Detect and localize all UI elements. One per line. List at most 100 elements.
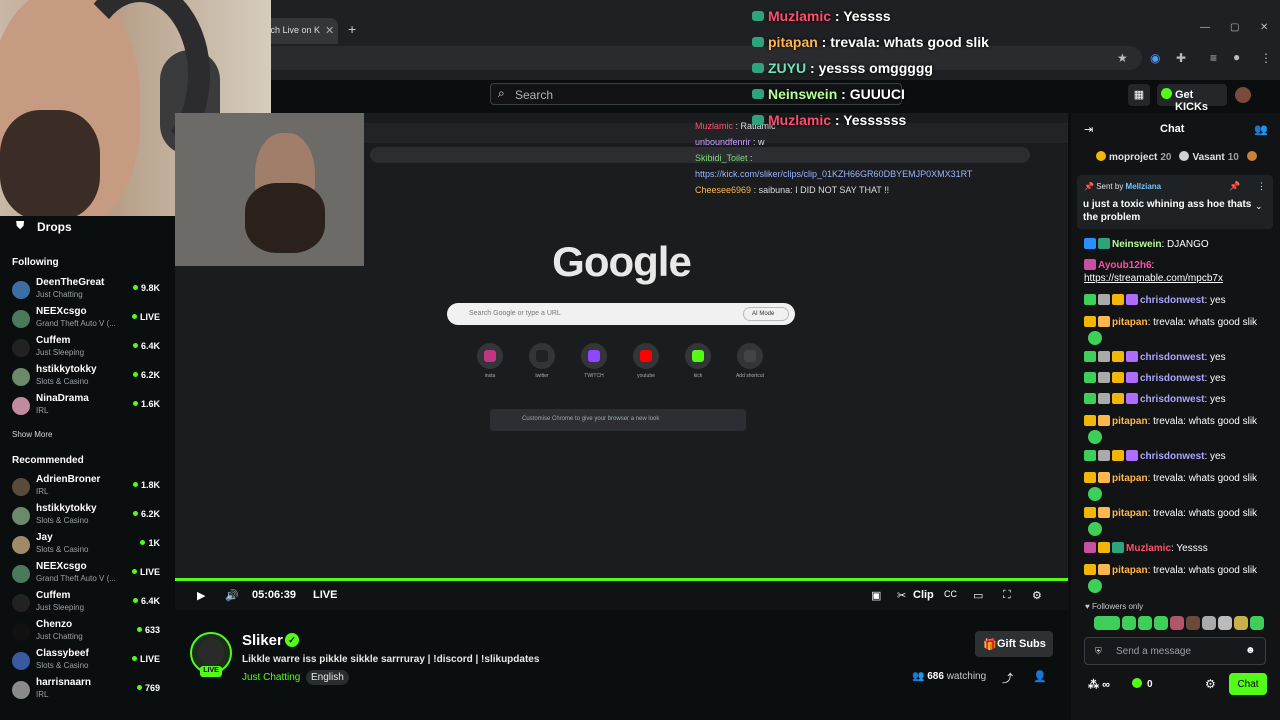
sidebar-channel[interactable]: hstikkytokky Slots & Casino 6.2K <box>12 503 162 531</box>
emote-icon[interactable] <box>1154 616 1168 630</box>
chat-text: : trevala: whats good slik <box>1147 317 1258 328</box>
overlay-chat-user[interactable]: Muzlamic <box>768 112 831 128</box>
chat-username[interactable]: pitapan <box>1112 473 1148 484</box>
language-tag[interactable]: English <box>306 670 349 685</box>
chat-username[interactable]: Muzlamic <box>1126 543 1171 554</box>
pin-icon[interactable]: 📌 <box>1229 181 1240 192</box>
chat-username[interactable]: chrisdonwest <box>1140 295 1204 306</box>
pip-icon[interactable]: ▣ <box>871 589 881 602</box>
minimize-icon[interactable]: — <box>1200 22 1210 33</box>
emote-icon[interactable] <box>1234 616 1248 630</box>
pinned-more-icon[interactable]: ⋮ <box>1257 181 1266 192</box>
chevron-down-icon[interactable]: ⌄ <box>1255 201 1263 212</box>
emote-icon[interactable] <box>1122 616 1136 630</box>
profile-icon[interactable]: ● <box>1233 50 1240 64</box>
chat-username[interactable]: Ayoub12h6 <box>1098 260 1152 271</box>
follow-icon[interactable]: 👤 <box>1033 670 1047 683</box>
user-badge-icon <box>1084 294 1096 305</box>
sidebar-channel[interactable]: AdrienBroner IRL 1.8K <box>12 474 162 502</box>
close-window-icon[interactable]: ✕ <box>1260 22 1268 33</box>
user-badge-icon <box>1126 351 1138 362</box>
user-badge-icon <box>1126 450 1138 461</box>
chat-users-icon[interactable]: 👥 <box>1254 123 1268 136</box>
settings-icon[interactable]: ⚙ <box>1032 589 1042 602</box>
maximize-icon[interactable]: ▢ <box>1230 22 1239 33</box>
chat-username[interactable]: chrisdonwest <box>1140 394 1204 405</box>
chat-username[interactable]: pitapan <box>1112 508 1148 519</box>
chat-username[interactable]: pitapan <box>1112 416 1148 427</box>
puzzle-icon[interactable]: ✚ <box>1176 51 1186 65</box>
sidebar-channel[interactable]: DeenTheGreat Just Chatting 9.8K <box>12 277 162 305</box>
volume-icon[interactable]: 🔊 <box>225 589 239 602</box>
viewer-count-text: LIVE <box>139 654 160 664</box>
overlay-chat-user[interactable]: pitapan <box>768 34 818 50</box>
sidebar-drops[interactable]: Drops <box>37 220 72 234</box>
emote-icon[interactable] <box>1186 616 1200 630</box>
send-chat-button[interactable]: Chat <box>1229 673 1267 695</box>
chat-username[interactable]: chrisdonwest <box>1140 373 1204 384</box>
share-icon[interactable]: ⤴ <box>1002 670 1013 686</box>
chat-username[interactable]: Neinswein <box>1112 239 1161 250</box>
chat-text: : yes <box>1204 295 1226 306</box>
address-bar[interactable] <box>262 46 1142 70</box>
chat-message: pitapan: trevala: whats good slik <box>1084 564 1264 576</box>
chat-username[interactable]: chrisdonwest <box>1140 451 1204 462</box>
play-icon[interactable]: ▶ <box>197 589 205 602</box>
overlay-chat-user[interactable]: Neinswein <box>768 86 837 102</box>
layout-button[interactable]: ▦ <box>1128 84 1150 106</box>
overlay-chat-user[interactable]: Muzlamic <box>768 8 831 24</box>
emote-icon[interactable] <box>1218 616 1232 630</box>
channel-avatar <box>12 339 30 357</box>
chat-username[interactable]: chrisdonwest <box>1140 352 1204 363</box>
emote-icon[interactable] <box>1202 616 1216 630</box>
channel-category: Just Sleeping <box>36 603 85 612</box>
channel-points[interactable]: 0 <box>1132 678 1153 690</box>
sidebar-channel[interactable]: Classybeef Slots & Casino LIVE <box>12 648 162 676</box>
streamer-name[interactable]: Sliker <box>242 632 283 649</box>
emote-icon[interactable] <box>1250 616 1264 630</box>
chat-settings-icon[interactable]: ⚙ <box>1205 677 1216 691</box>
chat-text: : trevala: whats good slik <box>1147 508 1258 519</box>
emote-icon[interactable] <box>1094 616 1120 630</box>
sidebar-channel[interactable]: NinaDrama IRL 1.6K <box>12 393 162 421</box>
theater-icon[interactable]: ▭ <box>973 589 983 602</box>
shortcut-label: kick <box>693 373 703 379</box>
stream-category[interactable]: Just Chatting <box>242 672 300 683</box>
tab-close-icon[interactable]: ✕ <box>325 24 334 37</box>
emoji-icon[interactable]: ☻ <box>1245 645 1256 656</box>
emote-icon[interactable] <box>1170 616 1184 630</box>
fullscreen-icon[interactable]: ⛶ <box>1003 589 1011 602</box>
pinned-username[interactable]: Mellziana <box>1126 182 1162 191</box>
sidebar-channel[interactable]: hstikkytokky Slots & Casino 6.2K <box>12 364 162 392</box>
shortcut-label: TWITCH <box>584 373 604 379</box>
new-tab-icon[interactable]: + <box>348 21 356 37</box>
chat-username[interactable]: pitapan <box>1112 565 1148 576</box>
overlay-chat-user[interactable]: ZUYU <box>768 60 806 76</box>
sidebar-channel[interactable]: Cuffem Just Sleeping 6.4K <box>12 590 162 618</box>
captions-icon[interactable]: CC <box>944 589 957 599</box>
user-avatar[interactable] <box>1235 87 1251 103</box>
sidebar-channel[interactable]: NEEXcsgo Grand Theft Auto V (... LIVE <box>12 306 162 334</box>
bookmark-star-icon[interactable]: ★ <box>1117 51 1128 65</box>
user-badge-icon <box>1112 393 1124 404</box>
media-icon[interactable]: ≡ <box>1210 51 1217 65</box>
clip-button[interactable]: Clip <box>913 589 934 601</box>
extension-icon[interactable]: ◉ <box>1150 51 1160 65</box>
sidebar-channel[interactable]: NEEXcsgo Grand Theft Auto V (... LIVE <box>12 561 162 589</box>
collapse-chat-icon[interactable]: ⇥ <box>1084 123 1093 136</box>
chat-tools[interactable]: ⁂ ∞ <box>1088 678 1110 691</box>
chat-input[interactable]: Send a message <box>1084 637 1266 665</box>
sidebar-channel[interactable]: Cuffem Just Sleeping 6.4K <box>12 335 162 363</box>
chat-username[interactable]: pitapan <box>1112 317 1148 328</box>
clip-icon[interactable]: ✂ <box>897 589 906 602</box>
show-more-link[interactable]: Show More <box>12 430 52 439</box>
chat-message: pitapan: trevala: whats good slik <box>1084 415 1264 427</box>
sidebar-channel[interactable]: Jay Slots & Casino 1K <box>12 532 162 560</box>
emote-icon[interactable] <box>1138 616 1152 630</box>
sidebar-channel[interactable]: harrisnaarn IRL 769 <box>12 677 162 705</box>
sidebar-channel[interactable]: Chenzo Just Chatting 633 <box>12 619 162 647</box>
browser-menu-icon[interactable]: ⋮ <box>1260 51 1272 65</box>
user-badge-icon <box>1098 316 1110 327</box>
channel-category: IRL <box>36 690 49 699</box>
video-player[interactable]: Google Search Google or type a URL AI Mo… <box>175 113 1068 610</box>
